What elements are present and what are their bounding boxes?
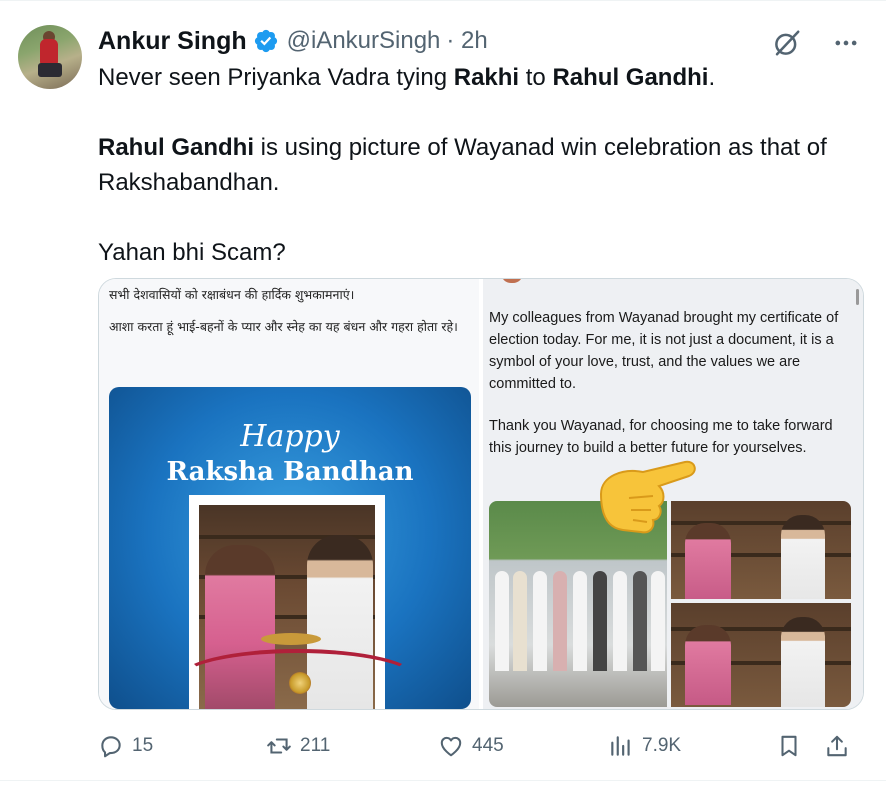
raksha-bandhan-card: Happy Raksha Bandhan	[109, 387, 471, 709]
repost-icon	[267, 738, 291, 754]
reply-icon	[101, 736, 121, 758]
share-icon	[827, 735, 847, 757]
header-actions	[772, 28, 860, 58]
grok-icon[interactable]	[772, 28, 802, 58]
reply-button[interactable]: 15	[98, 733, 266, 759]
like-button[interactable]: 445	[438, 733, 608, 759]
share-button[interactable]	[824, 733, 854, 759]
like-icon	[440, 736, 462, 757]
bookshelf-photo-bottom	[671, 603, 851, 707]
top-divider	[0, 0, 886, 1]
tweet-media[interactable]: सभी देशवासियों को रक्षाबंधन की हार्दिक श…	[98, 278, 864, 710]
views-button[interactable]: 7.9K	[608, 733, 776, 759]
tweet-header: Ankur Singh @iAnkurSingh · 2h	[98, 23, 488, 59]
rakhi-ornament	[289, 672, 311, 694]
tweet-line-2: Rahul Gandhi is using picture of Wayanad…	[98, 134, 827, 196]
bookmark-button[interactable]	[776, 733, 824, 759]
tweet-line-1: Never seen Priyanka Vadra tying Rakhi to…	[98, 64, 716, 91]
views-icon	[611, 736, 630, 756]
media-right-screenshot: My colleagues from Wayanad brought my ce…	[483, 279, 863, 709]
card-happy-text: Happy	[240, 419, 340, 454]
scrollbar	[856, 289, 859, 305]
views-count: 7.9K	[642, 735, 682, 756]
author-name[interactable]: Ankur Singh	[98, 27, 247, 56]
reply-count: 15	[132, 735, 154, 756]
tweet-line-3: Yahan bhi Scam?	[98, 239, 286, 266]
tweet-text: Never seen Priyanka Vadra tying Rakhi to…	[98, 60, 868, 270]
author-handle[interactable]: @iAnkurSingh	[287, 27, 441, 55]
avatar[interactable]	[18, 25, 82, 89]
repost-count: 211	[300, 735, 331, 756]
pointing-hand-emoji	[599, 460, 696, 534]
hindi-caption: सभी देशवासियों को रक्षाबंधन की हार्दिक श…	[109, 287, 458, 334]
action-bar: 15 211 445 7.9K	[98, 728, 868, 764]
verified-badge-icon	[254, 29, 277, 53]
more-icon[interactable]	[832, 29, 860, 57]
like-count: 445	[472, 735, 504, 756]
card-raksha-bandhan-text: Raksha Bandhan	[166, 457, 414, 487]
bookmark-icon	[781, 735, 797, 757]
repost-button[interactable]: 211	[266, 733, 438, 759]
media-left-screenshot: सभी देशवासियों को रक्षाबंधन की हार्दिक श…	[99, 279, 479, 709]
bottom-divider	[0, 780, 886, 781]
post-time[interactable]: · 2h	[446, 27, 487, 55]
